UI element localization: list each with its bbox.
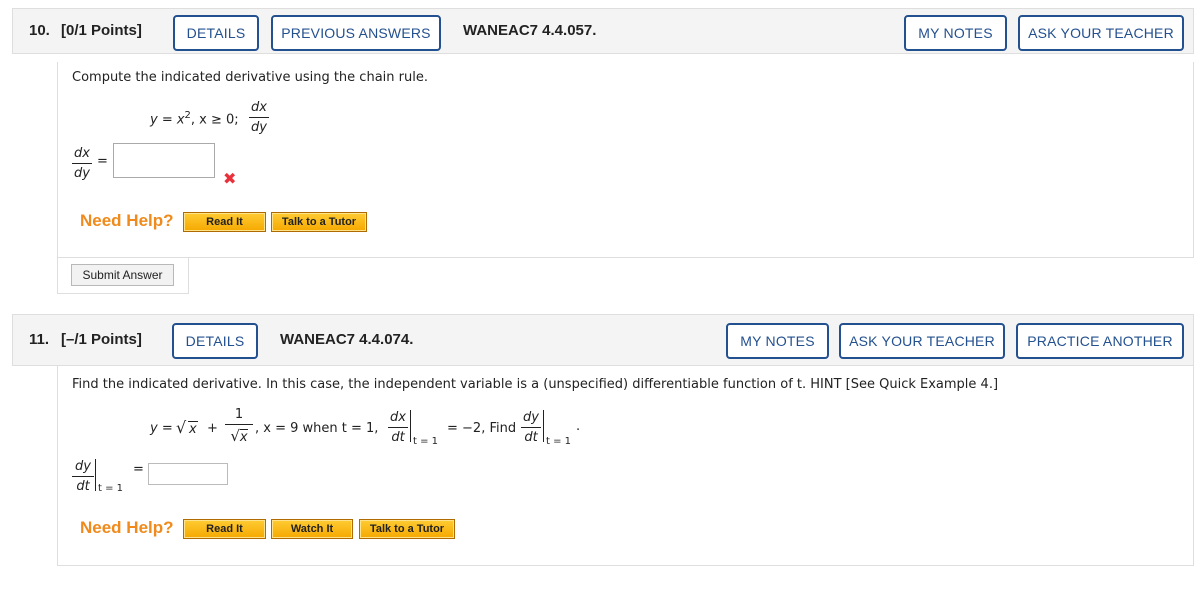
q11-talk-tutor-button[interactable]: Talk to a Tutor [359, 519, 455, 539]
q11-period: . [576, 419, 581, 434]
q11-prompt: Find the indicated derivative. In this c… [72, 377, 999, 392]
q11-dydt-fraction: dy dt [521, 410, 541, 445]
q11-one: 1 [234, 407, 244, 422]
q11-watch-it-button[interactable]: Watch It [271, 519, 353, 539]
q11-number: 11. [29, 331, 50, 348]
q11-dt-2: dt [524, 430, 538, 445]
q10-answer-label: dx dy [72, 146, 92, 181]
q11-need-help: Need Help? [80, 518, 174, 537]
q10-need-help: Need Help? [80, 211, 174, 230]
q11-equals: = [133, 462, 144, 477]
q11-recip-fraction: 1 √x [225, 407, 253, 445]
q11-answer-sub: t = 1 [98, 483, 124, 494]
incorrect-x-icon: ✖ [223, 171, 237, 188]
q10-previous-answers-button[interactable]: PREVIOUS ANSWERS [271, 15, 441, 51]
q10-talk-tutor-button[interactable]: Talk to a Tutor [271, 212, 367, 232]
q11-header: 11. [–/1 Points] DETAILS WANEAC7 4.4.074… [12, 314, 1194, 366]
q10-details-button[interactable]: DETAILS [173, 15, 259, 51]
q11-answer-input[interactable] [148, 463, 228, 485]
q10-ask-teacher-button[interactable]: ASK YOUR TEACHER [1018, 15, 1184, 51]
q11-eq-val: = −2, Find [447, 421, 517, 436]
q11-eq-rest-text: , x = 9 when t = 1, [255, 421, 379, 436]
q11-dt: dt [391, 430, 405, 445]
q11-answer-num: dy [75, 459, 91, 474]
q11-dxdt-fraction: dx dt [388, 410, 408, 445]
q10-answer-num: dx [74, 146, 90, 161]
q10-points: [0/1 Points] [61, 22, 142, 39]
q11-eval-bar-2 [543, 410, 544, 442]
q11-points: [–/1 Points] [61, 331, 142, 348]
q10-problem-code: WANEAC7 4.4.057. [463, 22, 597, 39]
q11-read-it-button[interactable]: Read It [183, 519, 266, 539]
q10-equation: y = x2, x ≥ 0; [150, 110, 239, 127]
q11-details-button[interactable]: DETAILS [172, 323, 258, 359]
q11-practice-another-button[interactable]: PRACTICE ANOTHER [1016, 323, 1184, 359]
q10-target-fraction: dx dy [249, 100, 269, 135]
q11-eq-rest: , x = 9 when t = 1, [255, 421, 378, 436]
q10-answer-input[interactable] [113, 143, 215, 178]
q10-frac-den: dy [251, 120, 267, 135]
q10-eq-left: y = x [150, 112, 185, 128]
q11-t1-a: t = 1 [413, 436, 439, 447]
q11-dy: dy [523, 410, 539, 425]
q11-problem-code: WANEAC7 4.4.074. [280, 331, 414, 348]
q10-equals: = [97, 154, 108, 169]
q10-prompt: Compute the indicated derivative using t… [72, 70, 428, 85]
q10-frac-num: dx [251, 100, 267, 115]
q10-header: 10. [0/1 Points] DETAILS PREVIOUS ANSWER… [12, 8, 1194, 54]
q11-plus: + [207, 421, 218, 436]
q10-answer-den: dy [74, 166, 90, 181]
q10-read-it-button[interactable]: Read It [183, 212, 266, 232]
q10-submit-button[interactable]: Submit Answer [71, 264, 174, 286]
q11-my-notes-button[interactable]: MY NOTES [726, 323, 829, 359]
q11-answer-label: dy dt [72, 459, 94, 494]
q11-t1-b: t = 1 [546, 436, 572, 447]
q11-dx: dx [390, 410, 406, 425]
sqrt-symbol-2: √ [230, 427, 240, 445]
q11-eval-bar-1 [410, 410, 411, 442]
q10-eq-mid: , x ≥ 0; [190, 112, 239, 128]
q10-my-notes-button[interactable]: MY NOTES [904, 15, 1007, 51]
q11-eq-y: y = [150, 421, 173, 436]
sqrt-symbol: √ [176, 418, 187, 437]
q11-answer-den: dt [76, 479, 90, 494]
q11-sqrt-x: x [188, 421, 198, 437]
q11-sqrt-x-2: x [239, 429, 248, 445]
q10-number: 10. [29, 22, 50, 39]
q11-ask-teacher-button[interactable]: ASK YOUR TEACHER [839, 323, 1005, 359]
q11-answer-eval-bar [95, 459, 96, 491]
